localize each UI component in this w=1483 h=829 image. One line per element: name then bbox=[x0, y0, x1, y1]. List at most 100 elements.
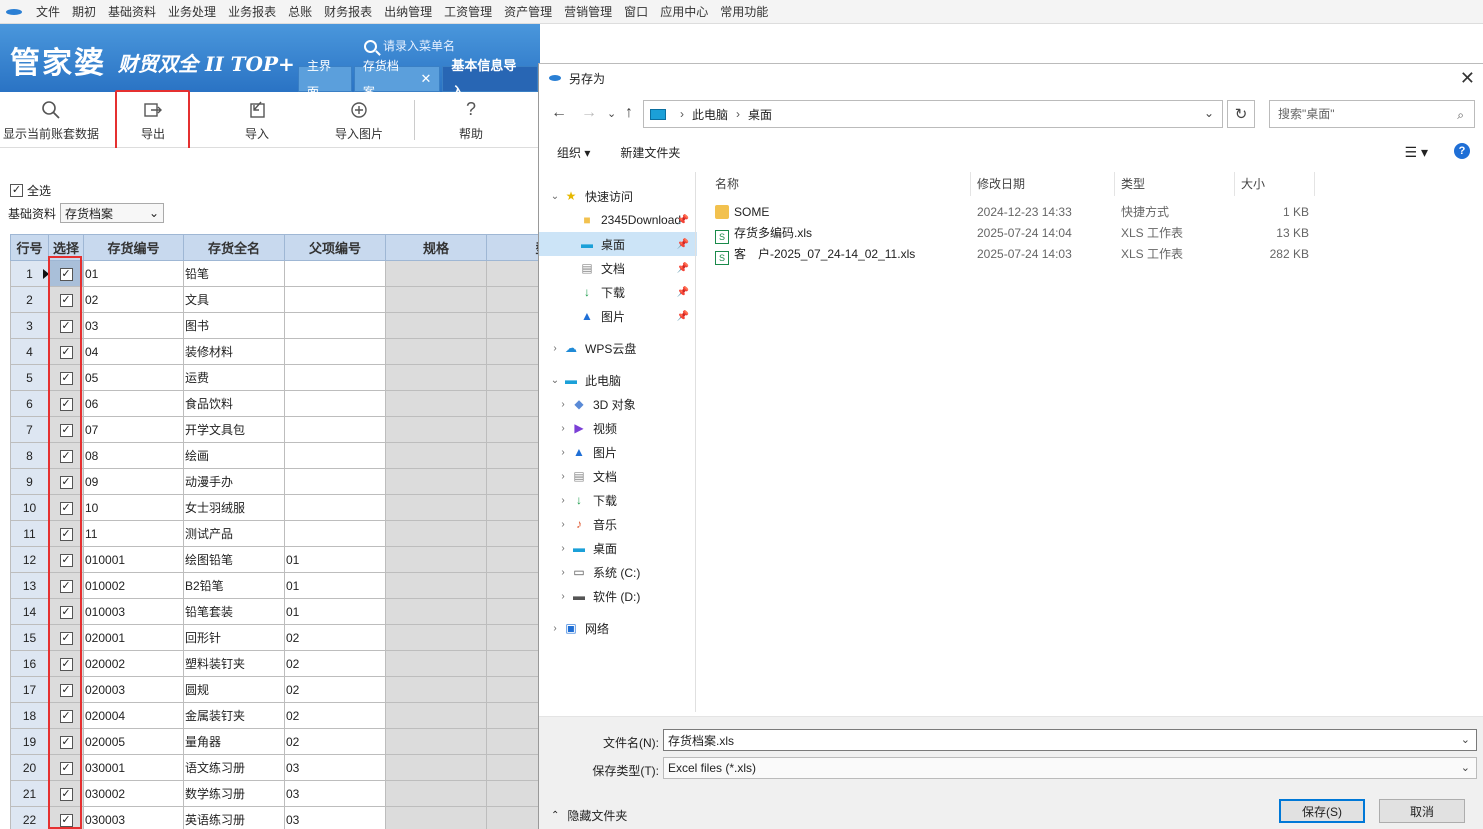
row-select-checkbox[interactable]: ✓ bbox=[48, 312, 84, 339]
show-account-data-button[interactable]: 显示当前账套数据 bbox=[2, 92, 100, 148]
cell-spec[interactable] bbox=[385, 780, 487, 807]
row-select-checkbox[interactable]: ✓ bbox=[48, 754, 84, 781]
breadcrumb-desktop[interactable]: 桌面 bbox=[748, 106, 772, 123]
chevron-right-icon[interactable]: › bbox=[547, 623, 563, 634]
row-select-checkbox[interactable]: ✓ bbox=[48, 598, 84, 625]
cell-model[interactable] bbox=[486, 754, 540, 781]
cell-spec[interactable] bbox=[385, 598, 487, 625]
table-row[interactable]: 19 ✓ 020005 量角器 02 bbox=[10, 728, 540, 755]
cell-parent[interactable]: 01 bbox=[284, 598, 386, 625]
row-select-checkbox[interactable]: ✓ bbox=[48, 442, 84, 469]
cell-code[interactable]: 020002 bbox=[83, 650, 184, 677]
menu-payroll[interactable]: 工资管理 bbox=[438, 0, 498, 24]
tree-item-2345download[interactable]: ■ 2345Download 📌 bbox=[539, 208, 697, 232]
recent-dropdown-icon[interactable]: ⌄ bbox=[607, 107, 616, 120]
cell-model[interactable] bbox=[486, 468, 540, 495]
tree-item-downloads-pc[interactable]: › ↓ 下载 bbox=[539, 488, 697, 512]
tree-item-3d-objects[interactable]: › ◆ 3D 对象 bbox=[539, 392, 697, 416]
menu-search-input[interactable] bbox=[383, 39, 523, 53]
cell-spec[interactable] bbox=[385, 390, 487, 417]
cell-name[interactable]: 绘画 bbox=[183, 442, 285, 469]
row-select-checkbox[interactable]: ✓ bbox=[48, 390, 84, 417]
table-row[interactable]: 7 ✓ 07 开学文具包 bbox=[10, 416, 540, 443]
table-row[interactable]: 14 ✓ 010003 铅笔套装 01 bbox=[10, 598, 540, 625]
cell-parent[interactable] bbox=[284, 364, 386, 391]
cell-code[interactable]: 020005 bbox=[83, 728, 184, 755]
cell-spec[interactable] bbox=[385, 416, 487, 443]
tree-item-documents-pc[interactable]: › ▤ 文档 bbox=[539, 464, 697, 488]
chevron-right-icon[interactable]: › bbox=[555, 519, 571, 530]
menu-common[interactable]: 常用功能 bbox=[714, 0, 774, 24]
row-select-checkbox[interactable]: ✓ bbox=[48, 806, 84, 829]
hide-folders-toggle[interactable]: ⌃ 隐藏文件夹 bbox=[551, 807, 627, 824]
row-select-checkbox[interactable]: ✓ bbox=[48, 780, 84, 807]
menu-window[interactable]: 窗口 bbox=[618, 0, 654, 24]
row-select-checkbox[interactable]: ✓ bbox=[48, 364, 84, 391]
cell-name[interactable]: B2铅笔 bbox=[183, 572, 285, 599]
table-row[interactable]: 6 ✓ 06 食品饮料 bbox=[10, 390, 540, 417]
tree-item-music[interactable]: › ♪ 音乐 bbox=[539, 512, 697, 536]
cell-code[interactable]: 07 bbox=[83, 416, 184, 443]
row-select-checkbox[interactable]: ✓ bbox=[48, 676, 84, 703]
col-header-select[interactable]: 选择 bbox=[48, 234, 84, 261]
chevron-right-icon[interactable]: › bbox=[555, 591, 571, 602]
chevron-down-icon[interactable]: ⌄ bbox=[1461, 733, 1470, 746]
import-image-button[interactable]: 导入图片 bbox=[326, 92, 392, 148]
cell-name[interactable]: 数学练习册 bbox=[183, 780, 285, 807]
row-select-checkbox[interactable]: ✓ bbox=[48, 728, 84, 755]
cell-name[interactable]: 金属装钉夹 bbox=[183, 702, 285, 729]
cell-code[interactable]: 010001 bbox=[83, 546, 184, 573]
cell-parent[interactable]: 02 bbox=[284, 676, 386, 703]
cell-name[interactable]: 开学文具包 bbox=[183, 416, 285, 443]
cell-name[interactable]: 图书 bbox=[183, 312, 285, 339]
cell-model[interactable] bbox=[486, 598, 540, 625]
close-icon[interactable]: ✕ bbox=[420, 66, 431, 92]
cell-name[interactable]: 绘图铅笔 bbox=[183, 546, 285, 573]
cell-model[interactable] bbox=[486, 390, 540, 417]
row-select-checkbox[interactable]: ✓ bbox=[48, 286, 84, 313]
table-row[interactable]: 15 ✓ 020001 回形针 02 bbox=[10, 624, 540, 651]
cell-code[interactable]: 01 bbox=[83, 260, 184, 287]
menu-financial-report[interactable]: 财务报表 bbox=[318, 0, 378, 24]
address-bar[interactable]: › 此电脑 › 桌面 ⌄ bbox=[643, 100, 1223, 128]
cell-spec[interactable] bbox=[385, 260, 487, 287]
row-select-checkbox[interactable]: ✓ bbox=[48, 338, 84, 365]
tree-wps-cloud[interactable]: › ☁ WPS云盘 bbox=[539, 336, 697, 360]
table-row[interactable]: 5 ✓ 05 运费 bbox=[10, 364, 540, 391]
cell-spec[interactable] bbox=[385, 806, 487, 829]
cell-name[interactable]: 装修材料 bbox=[183, 338, 285, 365]
cell-model[interactable] bbox=[486, 624, 540, 651]
col-header-name[interactable]: 存货全名 bbox=[183, 234, 285, 261]
cell-model[interactable] bbox=[486, 286, 540, 313]
cell-code[interactable]: 11 bbox=[83, 520, 184, 547]
cell-spec[interactable] bbox=[385, 676, 487, 703]
refresh-icon[interactable]: ↻ bbox=[1227, 100, 1255, 128]
table-row[interactable]: 21 ✓ 030002 数学练习册 03 bbox=[10, 780, 540, 807]
cell-spec[interactable] bbox=[385, 364, 487, 391]
tree-item-videos[interactable]: › ▶ 视频 bbox=[539, 416, 697, 440]
cell-model[interactable] bbox=[486, 260, 540, 287]
help-button[interactable]: ? 帮助 bbox=[438, 92, 504, 148]
cell-code[interactable]: 05 bbox=[83, 364, 184, 391]
cancel-button[interactable]: 取消 bbox=[1379, 799, 1465, 823]
help-icon[interactable]: ? bbox=[1454, 143, 1470, 159]
cell-name[interactable]: 文具 bbox=[183, 286, 285, 313]
col-header-modified[interactable]: 修改日期 bbox=[971, 172, 1115, 196]
filename-input[interactable]: 存货档案.xls ⌄ bbox=[663, 729, 1477, 751]
cell-parent[interactable]: 02 bbox=[284, 728, 386, 755]
cell-parent[interactable] bbox=[284, 416, 386, 443]
table-row[interactable]: 10 ✓ 10 女士羽绒服 bbox=[10, 494, 540, 521]
tree-item-desktop-pc[interactable]: › ▬ 桌面 bbox=[539, 536, 697, 560]
dialog-search-input[interactable] bbox=[1278, 107, 1448, 121]
tree-this-pc[interactable]: ⌄ ▬ 此电脑 bbox=[539, 368, 697, 392]
list-item[interactable]: SOME 2024-12-23 14:33 快捷方式 1 KB bbox=[709, 202, 1317, 223]
cell-name[interactable]: 铅笔 bbox=[183, 260, 285, 287]
tree-quick-access[interactable]: ⌄ ★ 快速访问 bbox=[539, 184, 697, 208]
cell-name[interactable]: 圆规 bbox=[183, 676, 285, 703]
col-header-model[interactable]: 型号 bbox=[486, 234, 540, 261]
import-button[interactable]: 导入 bbox=[224, 92, 290, 148]
tree-network[interactable]: › ▣ 网络 bbox=[539, 616, 697, 640]
table-row[interactable]: 8 ✓ 08 绘画 bbox=[10, 442, 540, 469]
table-row[interactable]: 20 ✓ 030001 语文练习册 03 bbox=[10, 754, 540, 781]
cell-code[interactable]: 020001 bbox=[83, 624, 184, 651]
